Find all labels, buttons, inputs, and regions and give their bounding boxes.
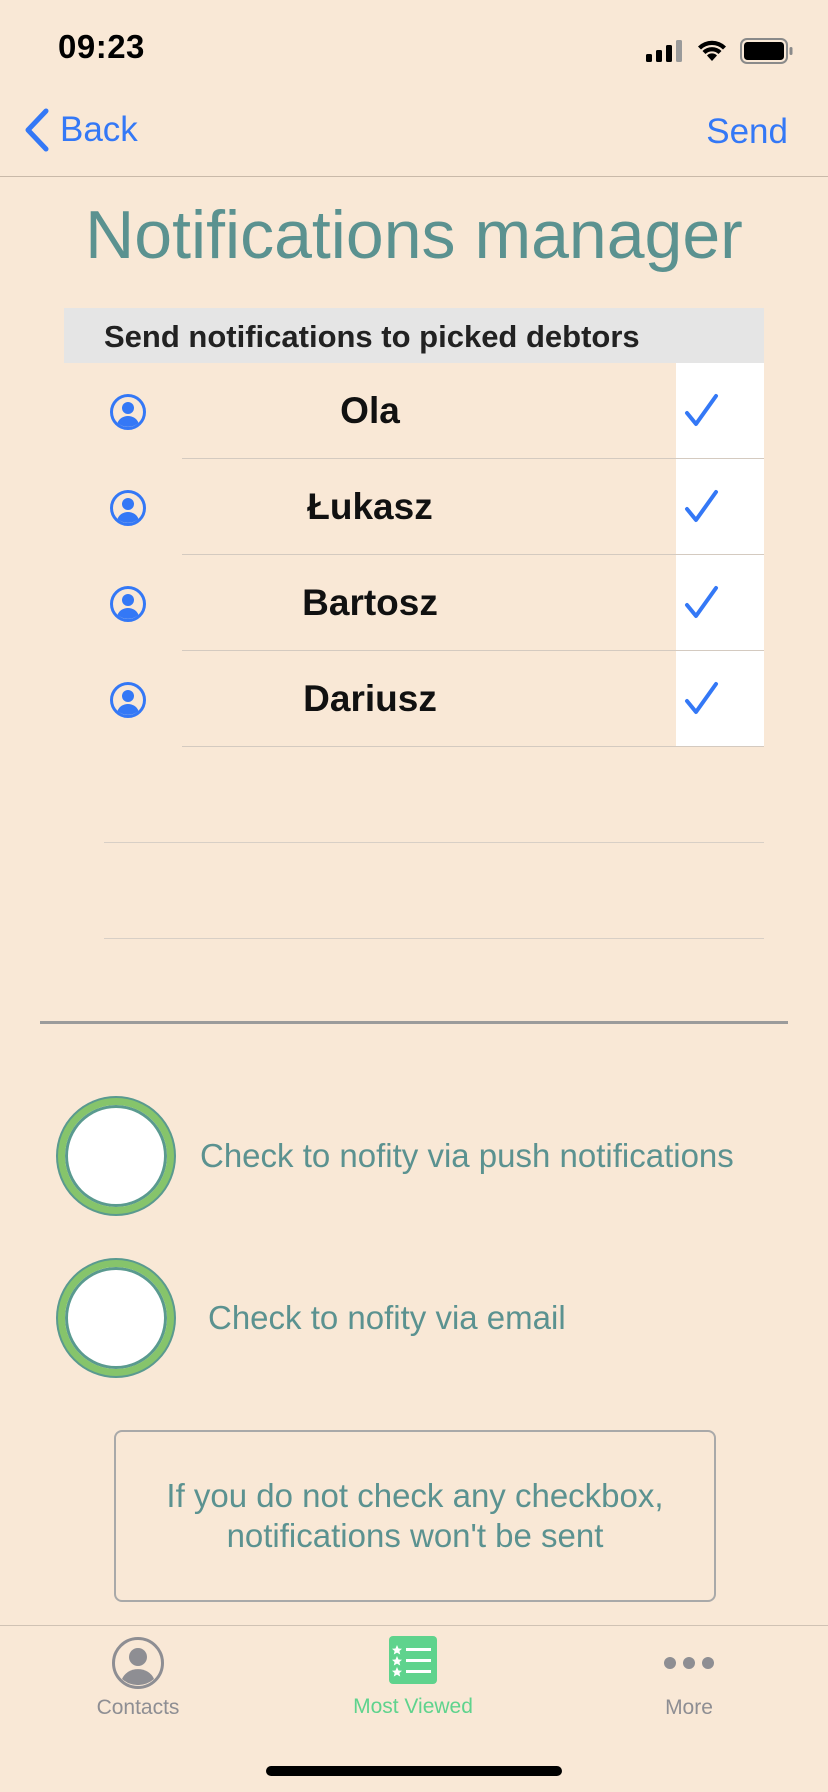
empty-row-separator — [104, 938, 764, 939]
tab-label: More — [665, 1696, 713, 1719]
checkmark-icon — [685, 490, 718, 522]
tab-most-viewed[interactable]: Most Viewed — [313, 1636, 513, 1719]
info-line: If you do not check any checkbox, — [166, 1477, 664, 1514]
checkmark-icon — [685, 394, 718, 426]
status-icons — [646, 34, 794, 68]
row-separator — [182, 746, 764, 747]
send-button[interactable]: Send — [706, 112, 788, 152]
page-title: Notifications manager — [85, 197, 743, 273]
wifi-icon — [698, 40, 726, 61]
debtor-check-cell[interactable] — [676, 651, 764, 747]
battery-icon — [740, 38, 793, 64]
tab-label: Most Viewed — [353, 1695, 473, 1718]
tabbar-divider — [0, 1625, 828, 1626]
debtor-row[interactable]: Dariusz — [64, 651, 764, 747]
section-header: Send notifications to picked debtors — [64, 308, 764, 363]
nav-divider — [0, 176, 828, 177]
email-label: Check to nofity via email — [208, 1299, 566, 1336]
home-indicator[interactable] — [266, 1766, 562, 1776]
contacts-icon — [112, 1637, 164, 1689]
chevron-left-icon — [25, 108, 49, 152]
email-radio[interactable] — [58, 1260, 174, 1376]
info-box: If you do not check any checkbox, notifi… — [114, 1430, 716, 1602]
tab-more[interactable]: More — [589, 1636, 789, 1720]
cellular-signal-icon — [646, 40, 682, 62]
push-notification-radio[interactable] — [58, 1098, 174, 1214]
checkmark-icon — [685, 586, 718, 618]
info-line: notifications won't be sent — [226, 1517, 604, 1554]
debtor-check-cell[interactable] — [676, 555, 764, 651]
debtor-name: Łukasz — [307, 486, 433, 527]
back-button[interactable]: Back — [24, 108, 138, 152]
debtor-name: Dariusz — [303, 678, 437, 719]
more-icon — [664, 1657, 714, 1669]
debtor-row[interactable]: Ola — [64, 363, 764, 459]
checkmark-icon — [685, 682, 718, 714]
debtor-name: Bartosz — [302, 582, 438, 623]
push-notification-option[interactable]: Check to nofity via push notifications — [58, 1098, 734, 1214]
most-viewed-icon — [389, 1636, 437, 1684]
empty-row-separator — [104, 842, 764, 843]
debtor-row[interactable]: Bartosz — [64, 555, 764, 651]
debtor-check-cell[interactable] — [676, 363, 764, 459]
back-label: Back — [60, 110, 138, 149]
tab-contacts[interactable]: Contacts — [38, 1636, 238, 1720]
debtor-check-cell[interactable] — [676, 459, 764, 555]
tab-label: Contacts — [96, 1696, 180, 1719]
email-option[interactable]: Check to nofity via email — [58, 1260, 566, 1376]
debtor-row[interactable]: Łukasz — [64, 459, 764, 555]
section-divider — [40, 1021, 788, 1024]
debtor-name: Ola — [340, 390, 400, 431]
status-time: 09:23 — [58, 28, 145, 65]
push-notification-label: Check to nofity via push notifications — [200, 1137, 734, 1174]
